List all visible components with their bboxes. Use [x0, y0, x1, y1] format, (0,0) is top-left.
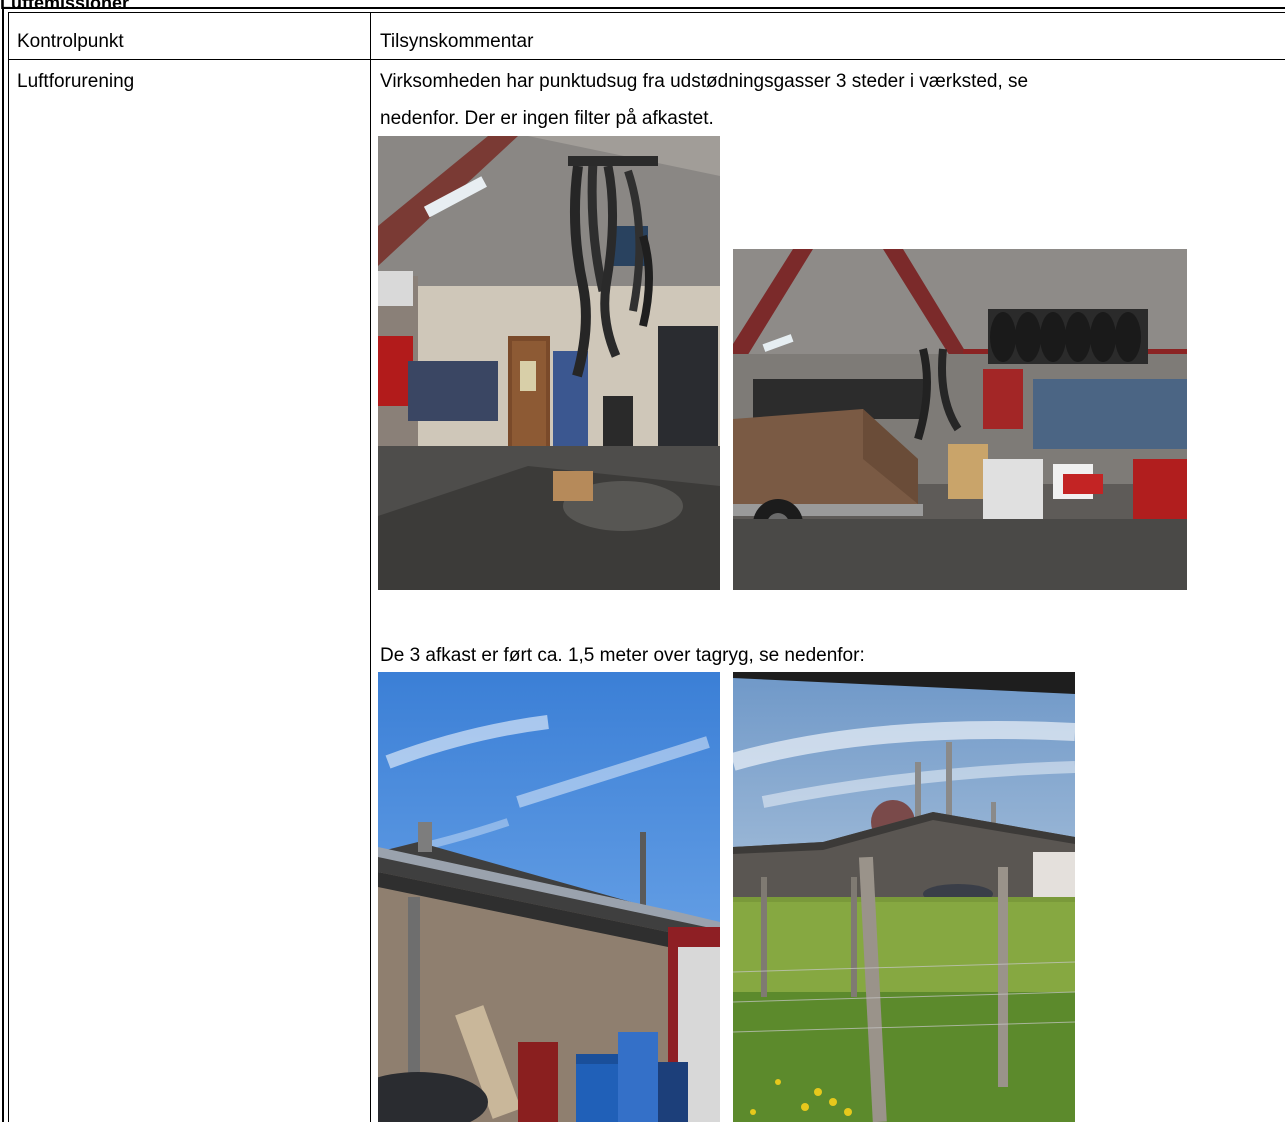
table-left-border [2, 7, 4, 1122]
header-bottom-rule [8, 59, 1285, 60]
workshop-interior-photo [378, 136, 720, 590]
table-left-inner-border [8, 12, 9, 1122]
row-label: Luftforurening [17, 71, 135, 92]
roof-stacks-photo [733, 672, 1075, 1122]
comment-line-2: nedenfor. Der er ingen filter på afkaste… [380, 108, 714, 129]
building-exterior-photo [378, 672, 720, 1122]
table-top-rule [8, 12, 1285, 13]
header-kontrolpunkt: Kontrolpunkt [17, 31, 124, 52]
comment-line-1: Virksomheden har punktudsug fra udstødni… [380, 71, 1029, 92]
header-tilsynskommentar: Tilsynskommentar [380, 31, 534, 52]
column-divider [370, 12, 371, 1122]
comment-line-3: De 3 afkast er ført ca. 1,5 meter over t… [380, 645, 865, 666]
table-outer-border [2, 7, 1285, 9]
section-heading: Luftemissioner [0, 0, 130, 13]
workshop-trailer-photo [733, 249, 1187, 590]
